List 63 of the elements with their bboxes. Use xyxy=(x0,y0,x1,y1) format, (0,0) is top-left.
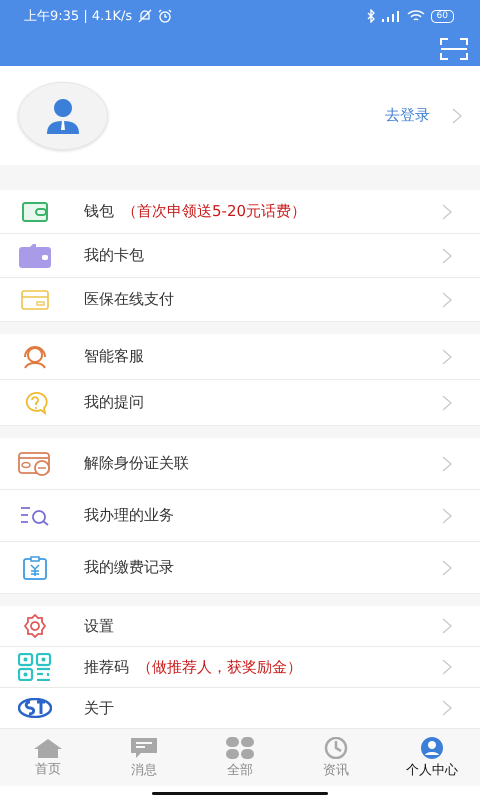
menu-label: 设置 xyxy=(84,616,114,636)
menu-label: 解除身份证关联 xyxy=(84,454,189,473)
chevron-icon xyxy=(452,108,462,124)
chevron-icon xyxy=(442,456,452,472)
promo-note: （做推荐人，获奖励金） xyxy=(137,658,302,676)
chevron-icon xyxy=(442,508,452,524)
chevron-icon xyxy=(442,248,452,264)
menu-label: 医保在线支付 xyxy=(84,290,174,309)
menu-item[interactable]: 我的提问 xyxy=(0,380,480,426)
bluetooth-icon xyxy=(366,9,375,23)
login-link[interactable]: 去登录 xyxy=(385,106,430,125)
logo-icon xyxy=(18,698,52,718)
menu-label: 推荐码 xyxy=(84,658,129,676)
wallet-icon xyxy=(18,242,52,268)
person-icon xyxy=(46,98,80,134)
grid-icon xyxy=(225,737,255,759)
chevron-icon xyxy=(442,348,452,364)
settings-icon xyxy=(23,614,47,638)
menu-item[interactable]: 解除身份证关联 xyxy=(0,438,480,490)
card-icon xyxy=(21,290,49,310)
menu-label: 关于 xyxy=(84,698,114,718)
status-time: 上午9:35 | 4.1K/s xyxy=(24,8,132,25)
menu-item[interactable]: 我的缴费记录 xyxy=(0,542,480,594)
menu-item[interactable]: 我的卡包 xyxy=(0,234,480,278)
home-indicator[interactable] xyxy=(152,792,328,794)
menu-label: 钱包 xyxy=(84,202,114,221)
tab[interactable]: 个人中心 xyxy=(384,730,480,786)
menu-label: 我办理的业务 xyxy=(84,506,174,525)
menu-item[interactable]: 智能客服 xyxy=(0,334,480,380)
signal-icon xyxy=(380,10,401,22)
menu-item[interactable]: 推荐码 （做推荐人，获奖励金） xyxy=(0,647,480,688)
menu-label: 我的卡包 xyxy=(84,246,144,265)
person-icon xyxy=(419,737,445,759)
wallet-icon xyxy=(22,202,48,222)
chevron-icon xyxy=(442,204,452,220)
menu-label: 我的提问 xyxy=(84,393,144,412)
menu-item[interactable]: 我办理的业务 xyxy=(0,490,480,542)
receipt-icon xyxy=(22,556,48,580)
muted-bell-icon xyxy=(138,9,152,23)
chevron-icon xyxy=(442,618,452,634)
scan-icon[interactable] xyxy=(440,38,468,60)
id-card-icon xyxy=(18,452,52,476)
menu-item[interactable]: 关于 xyxy=(0,688,480,729)
chevron-icon xyxy=(442,700,452,716)
chevron-icon xyxy=(442,560,452,576)
message-icon xyxy=(129,737,159,759)
promo-note: （首次申领送5-20元话费） xyxy=(122,202,306,221)
menu-label: 智能客服 xyxy=(84,347,144,366)
alarm-icon xyxy=(158,9,172,23)
chevron-icon xyxy=(442,659,452,675)
menu-item[interactable]: 医保在线支付 xyxy=(0,278,480,322)
menu-item[interactable]: 设置 xyxy=(0,606,480,647)
qr-code-icon xyxy=(18,653,52,681)
chevron-icon xyxy=(442,394,452,410)
news-icon xyxy=(323,737,349,759)
chevron-icon xyxy=(442,292,452,308)
home-icon xyxy=(33,738,63,758)
search-list-icon xyxy=(20,506,50,526)
battery-level: 60 xyxy=(430,10,454,22)
headset-icon xyxy=(21,344,49,368)
wifi-icon xyxy=(406,10,425,22)
menu-item[interactable]: 钱包 （首次申领送5-20元话费） xyxy=(0,190,480,234)
menu-label: 我的缴费记录 xyxy=(84,558,174,577)
